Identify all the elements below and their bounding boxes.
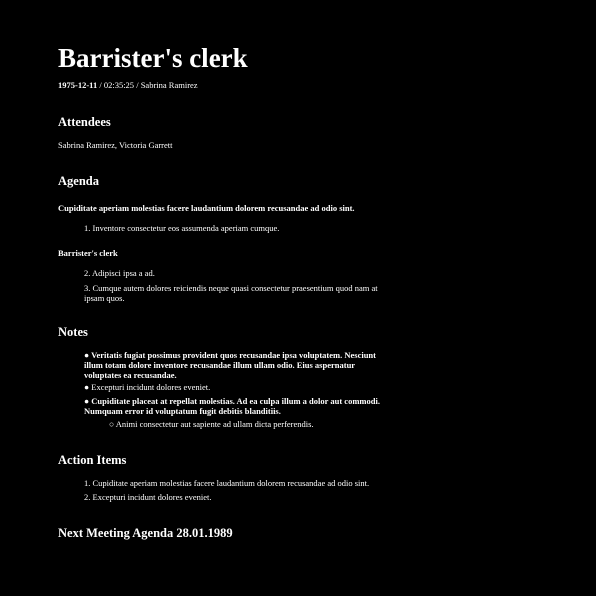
meta-separator: / [97,80,104,90]
document-page: Barrister's clerk 1975-12-11 / 02:35:25 … [0,0,596,596]
meeting-time: 02:35:25 [103,80,135,90]
list-number: 1. [84,223,91,233]
agenda-item: 1. Inventore consectetur eos assumenda a… [84,223,404,233]
notes-sub-item: ○ Animi consectetur aut sapiente ad ulla… [109,419,409,429]
action-item: 1. Cupiditate aperiam molestias facere l… [84,478,404,488]
agenda-heading: Agenda [58,174,99,188]
notes-item: ● Excepturi incidunt dolores eveniet. [84,382,394,392]
bullet-icon: ● [84,396,90,406]
bullet-icon: ● [84,382,90,392]
notes-item-text: Cupiditate placeat at repellat molestias… [84,396,380,416]
notes-sub-item-text: Animi consectetur aut sapiente ad ullam … [115,419,314,429]
notes-heading: Notes [58,325,88,339]
meeting-meta: 1975-12-11 / 02:35:25 / Sabrina Ramirez [58,79,198,91]
list-number: 2. [84,492,91,502]
notes-item-text: Veritatis fugiat possimus provident quos… [84,350,376,380]
list-item-text: Adipisci ipsa a ad. [92,268,155,278]
circle-bullet-icon: ○ [109,419,115,429]
list-item-text: Inventore consectetur eos assumenda aper… [92,223,280,233]
attendees-list: Sabrina Ramirez, Victoria Garrett [58,140,173,150]
notes-item: ● Veritatis fugiat possimus provident qu… [84,350,394,380]
list-number: 2. [84,268,91,278]
action-item: 2. Excepturi incidunt dolores eveniet. [84,492,404,502]
list-item-text: Cumque autem dolores reiciendis neque qu… [84,283,378,303]
list-number: 1. [84,478,91,488]
action-item-text: Excepturi incidunt dolores eveniet. [92,492,212,502]
meeting-author: Sabrina Ramirez [140,80,198,90]
action-items-heading: Action Items [58,453,127,467]
agenda-subheading: Barrister's clerk [58,248,118,258]
next-meeting-heading: Next Meeting Agenda 28.01.1989 [58,526,233,540]
action-item-text: Cupiditate aperiam molestias facere laud… [92,478,370,488]
agenda-item: 3. Cumque autem dolores reiciendis neque… [84,283,394,303]
attendees-heading: Attendees [58,115,111,129]
bullet-icon: ● [84,350,90,360]
list-number: 3. [84,283,91,293]
agenda-item: 2. Adipisci ipsa a ad. [84,268,404,278]
page-title: Barrister's clerk [58,43,248,73]
agenda-intro: Cupiditate aperiam molestias facere laud… [58,203,355,213]
notes-item: ● Cupiditate placeat at repellat molesti… [84,396,394,416]
notes-item-text: Excepturi incidunt dolores eveniet. [91,382,211,392]
meta-separator: / [134,80,141,90]
meeting-date: 1975-12-11 [58,80,98,90]
